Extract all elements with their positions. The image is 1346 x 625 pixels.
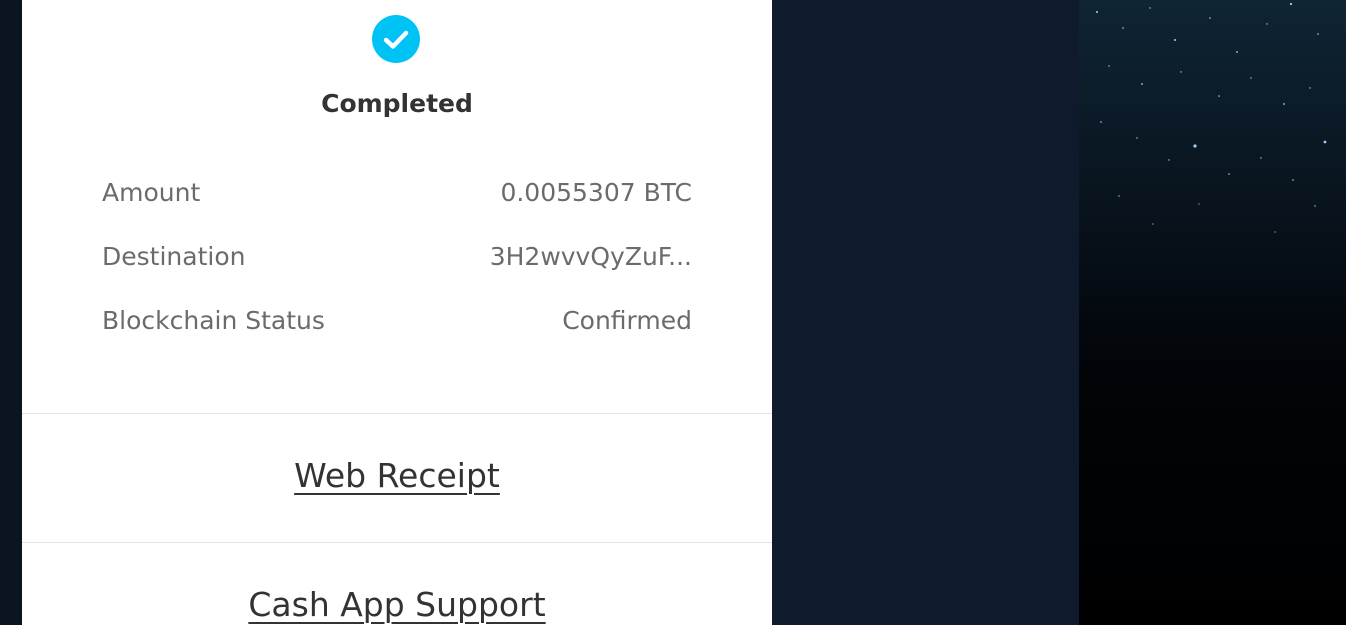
divider bbox=[22, 542, 772, 543]
screen: Completed Amount 0.0055307 BTC Destinati… bbox=[0, 0, 1346, 625]
amount-label: Amount bbox=[102, 178, 201, 207]
starfield-background bbox=[1079, 0, 1346, 625]
detail-row-destination: Destination 3H2wvvQyZuF... bbox=[102, 242, 692, 274]
detail-row-blockchain-status: Blockchain Status Confirmed bbox=[102, 306, 692, 338]
web-receipt-link[interactable]: Web Receipt bbox=[22, 456, 772, 495]
starfield-image bbox=[1096, 2, 1327, 233]
divider bbox=[22, 413, 772, 414]
backdrop-panel bbox=[772, 0, 1079, 625]
check-circle-icon bbox=[372, 15, 420, 63]
detail-row-amount: Amount 0.0055307 BTC bbox=[102, 178, 692, 210]
destination-label: Destination bbox=[102, 242, 246, 271]
cash-app-support-link[interactable]: Cash App Support bbox=[22, 585, 772, 624]
blockchain-status-value: Confirmed bbox=[562, 306, 692, 335]
destination-value: 3H2wvvQyZuF... bbox=[489, 242, 692, 271]
transaction-detail-card: Completed Amount 0.0055307 BTC Destinati… bbox=[22, 0, 772, 625]
amount-value: 0.0055307 BTC bbox=[500, 178, 692, 207]
left-backdrop bbox=[0, 0, 22, 625]
status-title: Completed bbox=[321, 89, 473, 118]
blockchain-status-label: Blockchain Status bbox=[102, 306, 325, 335]
